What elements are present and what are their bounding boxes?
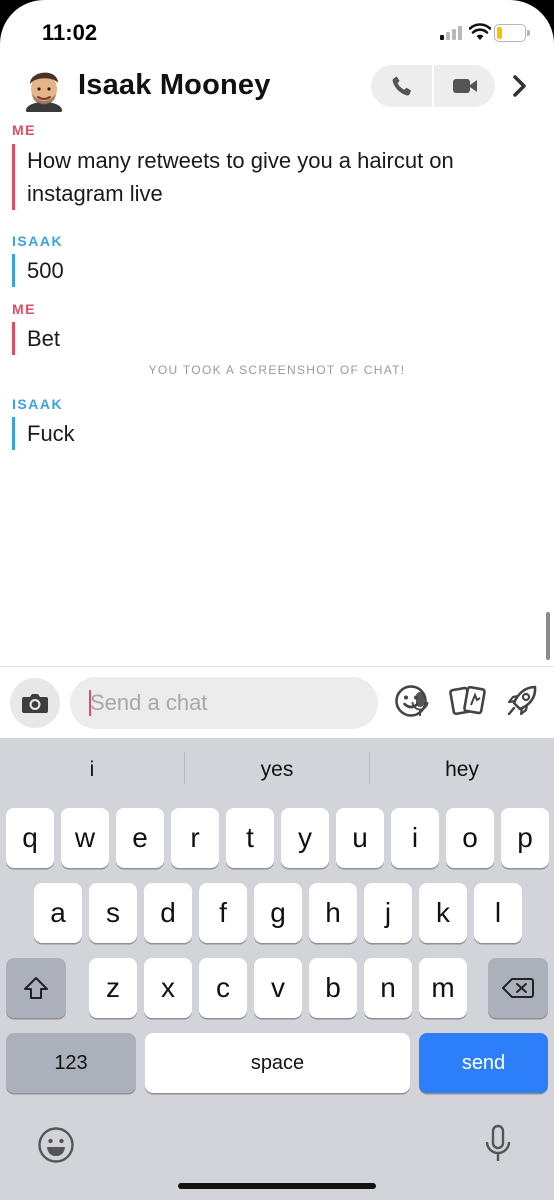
- status-time: 11:02: [42, 20, 98, 45]
- suggestion-item[interactable]: i: [0, 738, 184, 802]
- screen: 11:02 Isaak Mooney ME How many retweets …: [0, 0, 554, 1200]
- key[interactable]: l: [474, 883, 522, 943]
- key[interactable]: c: [199, 958, 247, 1018]
- cards-icon[interactable]: [449, 683, 487, 719]
- suggestion-item[interactable]: hey: [370, 738, 554, 802]
- cellular-signal-icon: [440, 26, 462, 40]
- contact-name[interactable]: Isaak Mooney: [78, 69, 271, 102]
- avatar[interactable]: [22, 64, 66, 112]
- backspace-icon: [502, 978, 534, 998]
- space-key[interactable]: space: [145, 1033, 410, 1093]
- camera-button[interactable]: [10, 678, 60, 728]
- shift-key[interactable]: [6, 958, 66, 1018]
- video-call-button[interactable]: [434, 65, 495, 107]
- chat-input[interactable]: Send a chat: [70, 677, 429, 729]
- smiley-icon[interactable]: [394, 684, 428, 718]
- key[interactable]: b: [309, 958, 357, 1018]
- sender-label: ISAAK: [12, 396, 64, 412]
- screenshot-notice: YOU TOOK A SCREENSHOT OF CHAT!: [148, 363, 406, 377]
- battery-icon: [494, 24, 530, 42]
- key[interactable]: t: [226, 808, 274, 868]
- suggestion-item[interactable]: yes: [185, 738, 369, 802]
- rocket-icon[interactable]: [504, 683, 540, 719]
- scrollbar[interactable]: [546, 612, 550, 660]
- key[interactable]: s: [89, 883, 137, 943]
- key[interactable]: f: [199, 883, 247, 943]
- key[interactable]: v: [254, 958, 302, 1018]
- message-text[interactable]: 500: [12, 254, 64, 287]
- message-list: ME How many retweets to give you a hairc…: [0, 116, 554, 666]
- keyboard: i yes hey q w e r t y u i o p a s d f g …: [0, 738, 554, 1200]
- key[interactable]: i: [391, 808, 439, 868]
- chevron-right-icon[interactable]: [512, 74, 528, 98]
- wifi-icon: [469, 23, 491, 40]
- sender-label: ME: [12, 301, 36, 317]
- call-actions: [371, 65, 495, 107]
- key[interactable]: a: [34, 883, 82, 943]
- key[interactable]: j: [364, 883, 412, 943]
- voice-call-button[interactable]: [371, 65, 432, 107]
- sender-label: ISAAK: [12, 233, 64, 249]
- key[interactable]: d: [144, 883, 192, 943]
- phone-icon: [392, 76, 411, 96]
- key[interactable]: p: [501, 808, 549, 868]
- numbers-key[interactable]: 123: [6, 1033, 136, 1093]
- send-key[interactable]: send: [419, 1033, 548, 1093]
- key[interactable]: x: [144, 958, 192, 1018]
- key[interactable]: k: [419, 883, 467, 943]
- backspace-key[interactable]: [488, 958, 548, 1018]
- sender-label: ME: [12, 122, 36, 138]
- emoji-icon[interactable]: [37, 1126, 75, 1164]
- key[interactable]: m: [419, 958, 467, 1018]
- message-text[interactable]: Fuck: [12, 417, 75, 450]
- key[interactable]: h: [309, 883, 357, 943]
- microphone-icon[interactable]: [484, 1124, 512, 1164]
- video-icon: [452, 79, 477, 93]
- key[interactable]: n: [364, 958, 412, 1018]
- key[interactable]: g: [254, 883, 302, 943]
- key[interactable]: w: [61, 808, 109, 868]
- message-text[interactable]: How many retweets to give you a haircut …: [12, 144, 512, 210]
- status-bar: 11:02: [0, 0, 554, 62]
- key[interactable]: e: [116, 808, 164, 868]
- key[interactable]: q: [6, 808, 54, 868]
- composer-bar: Send a chat: [0, 666, 554, 738]
- key[interactable]: y: [281, 808, 329, 868]
- camera-icon: [22, 694, 48, 713]
- home-indicator[interactable]: [178, 1183, 376, 1189]
- chat-header: Isaak Mooney: [0, 62, 554, 116]
- message-text[interactable]: Bet: [12, 322, 60, 355]
- shift-icon: [24, 977, 48, 999]
- key[interactable]: u: [336, 808, 384, 868]
- key[interactable]: o: [446, 808, 494, 868]
- key[interactable]: z: [89, 958, 137, 1018]
- key[interactable]: r: [171, 808, 219, 868]
- chat-input-placeholder: Send a chat: [90, 690, 208, 715]
